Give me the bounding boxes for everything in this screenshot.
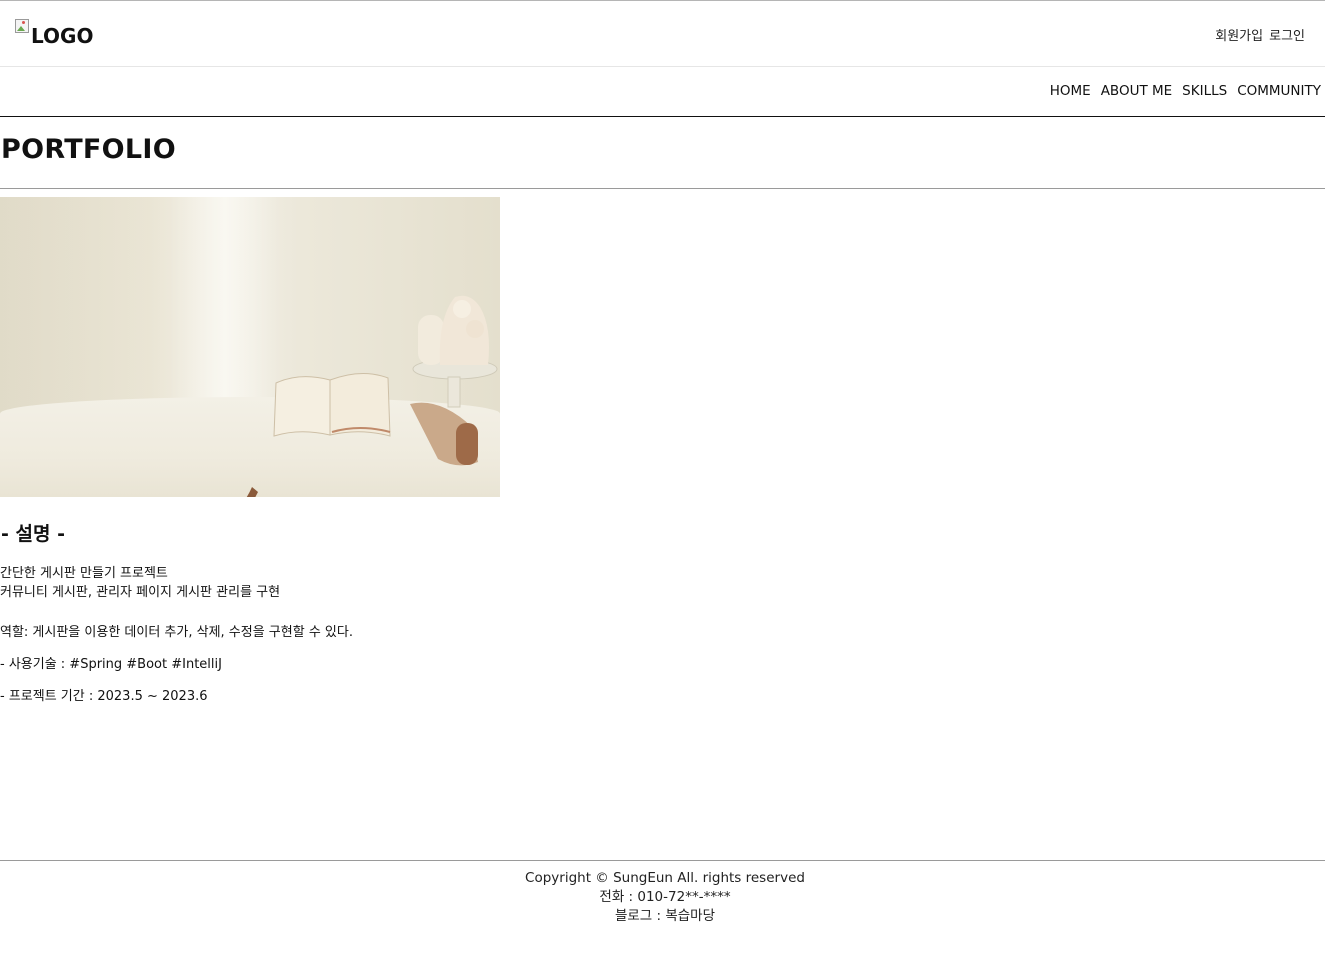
portfolio-image [0,197,500,497]
auth-links: 회원가입 로그인 [1215,25,1305,44]
nav-item-home[interactable]: HOME [1050,83,1091,99]
phone-text: 전화 : 010-72**-**** [599,889,731,905]
section-heading: - 설명 - [1,523,65,545]
project-period: - 프로젝트 기간 : 2023.5 ~ 2023.6 [0,689,208,704]
main-nav: HOME ABOUT ME SKILLS COMMUNITY [0,67,1325,117]
signup-link[interactable]: 회원가입 [1215,25,1263,44]
site-header: LOGO 회원가입 로그인 [0,1,1325,67]
page-title: PORTFOLIO [1,134,177,165]
copyright-text: Copyright © SungEun All. rights reserved [525,870,805,886]
project-description: 간단한 게시판 만들기 프로젝트 커뮤니티 게시판, 관리자 페이지 게시판 관… [0,564,280,602]
site-footer: Copyright © SungEun All. rights reserved… [0,869,1325,926]
project-role: 역할: 게시판을 이용한 데이터 추가, 삭제, 수정을 구현할 수 있다. [0,625,353,640]
blog-text: 블로그 : 복습마당 [614,908,716,924]
nav-item-community[interactable]: COMMUNITY [1237,83,1321,99]
footer-divider [0,860,1325,861]
login-link[interactable]: 로그인 [1269,25,1305,44]
description-line: 커뮤니티 게시판, 관리자 페이지 게시판 관리를 구현 [0,585,281,600]
nav-item-skills[interactable]: SKILLS [1182,83,1227,99]
project-skills: - 사용기술 : #Spring #Boot #IntelliJ [0,657,222,672]
logo[interactable]: LOGO [15,19,93,48]
broken-image-icon [15,19,31,35]
nav-item-about-me[interactable]: ABOUT ME [1101,83,1172,99]
still-life-illustration [246,295,498,497]
description-line: 간단한 게시판 만들기 프로젝트 [0,566,168,581]
divider [0,188,1325,189]
logo-alt-text: LOGO [31,24,94,48]
